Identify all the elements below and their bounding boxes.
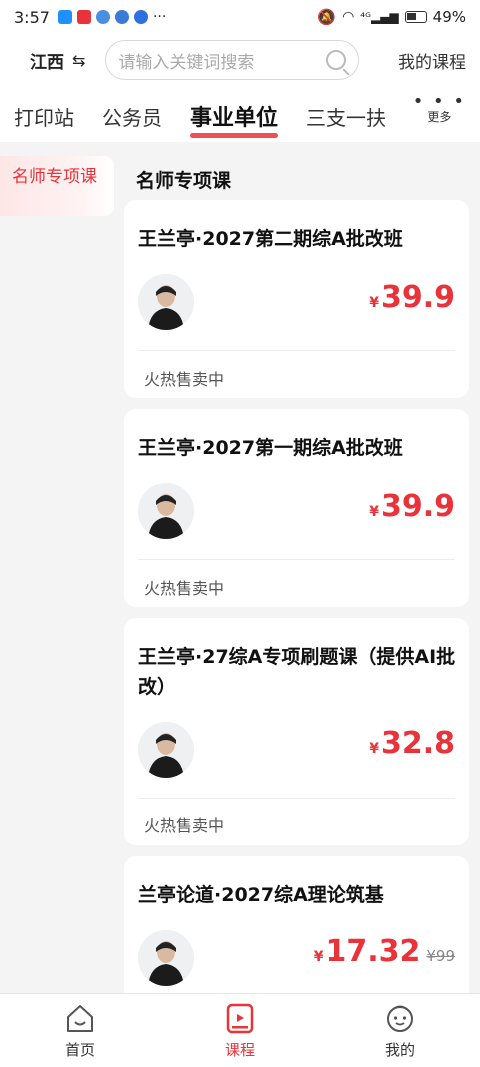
original-price: ¥99 [426, 947, 455, 965]
sale-status: 火热售卖中 [144, 816, 225, 835]
wifi-icon: ◠ [342, 9, 355, 25]
sidebar-item-famous-teacher[interactable]: 名师专项课 [0, 156, 114, 216]
nav-profile[interactable]: 我的 [320, 994, 480, 1067]
divider [138, 350, 455, 351]
region-label: 江西 [30, 52, 64, 73]
message-icon [95, 10, 110, 24]
mute-icon: 🔕 [317, 8, 337, 26]
tab-public-institution[interactable]: 事业单位 [190, 100, 279, 138]
currency-symbol: ¥ [313, 949, 324, 965]
divider [138, 559, 455, 560]
more-tabs-button[interactable]: • • • 更多 [412, 91, 466, 125]
price-amount: 39.9 [380, 280, 455, 315]
search-icon[interactable] [326, 50, 347, 70]
header: 江西 ⇆ 请输入关键词搜索 我的课程 [0, 38, 480, 82]
nav-courses-label: 课程 [224, 1041, 255, 1059]
search-input[interactable]: 请输入关键词搜索 [105, 40, 360, 80]
currency-symbol: ¥ [369, 741, 379, 757]
course-price: ¥ 39.9 [369, 489, 455, 524]
currency-symbol: ¥ [369, 504, 379, 520]
course-card[interactable]: 王兰亭·2027第一期综A批改班 ¥ 39.9 火热售卖中 [124, 409, 469, 607]
teacher-avatar [138, 930, 194, 986]
my-courses-link[interactable]: 我的课程 [398, 48, 466, 73]
course-title: 王兰亭·27综A专项刷题课（提供AI批改） [138, 646, 456, 698]
course-price: ¥ 17.32 ¥99 [314, 934, 455, 969]
course-price: ¥ 32.8 [369, 726, 455, 761]
app-notification-icon [57, 10, 72, 24]
profile-icon [387, 1005, 413, 1032]
music-icon [133, 10, 148, 24]
tab-three-supports[interactable]: 三支一扶 [306, 102, 386, 131]
swap-icon: ⇆ [72, 50, 86, 70]
battery-icon [404, 11, 427, 23]
nav-home-label: 首页 [64, 1041, 95, 1059]
search-placeholder: 请输入关键词搜索 [118, 52, 255, 73]
course-card[interactable]: 王兰亭·2027第二期综A批改班 ¥ 39.9 火热售卖中 [124, 200, 469, 398]
currency-symbol: ¥ [369, 295, 379, 311]
sale-status: 火热售卖中 [144, 579, 225, 598]
status-bar: 3:57 ··· 🔕 ◠ ⁴ᴳ▂▄▆ 49% [0, 0, 480, 34]
region-selector[interactable]: 江西 ⇆ [30, 48, 85, 73]
price-amount: 17.32 [325, 934, 421, 969]
course-price: ¥ 39.9 [369, 280, 455, 315]
sale-status: 火热售卖中 [144, 370, 225, 389]
nav-courses[interactable]: 课程 [160, 994, 320, 1067]
app-notification-icon [76, 10, 91, 24]
home-icon [67, 1005, 93, 1032]
section-title: 名师专项课 [136, 170, 232, 192]
more-dots-icon: • • • [412, 91, 466, 112]
battery-level: 49% [432, 8, 466, 26]
tab-civil-servant[interactable]: 公务员 [102, 102, 162, 131]
more-notifications-icon: ··· [152, 9, 167, 25]
course-card[interactable]: 兰亭论道·2027综A理论筑基 ¥ 17.32 ¥99 [124, 856, 469, 993]
nav-profile-label: 我的 [384, 1041, 415, 1059]
more-label: 更多 [427, 110, 452, 124]
price-amount: 32.8 [380, 726, 455, 761]
divider [138, 798, 455, 799]
course-title: 王兰亭·2027第一期综A批改班 [138, 437, 403, 459]
signal-icon: ⁴ᴳ▂▄▆ [360, 10, 399, 24]
bottom-nav: 首页 课程 我的 [0, 993, 480, 1067]
price-amount: 39.9 [380, 489, 455, 524]
content-area: 名师专项课 名师专项课 王兰亭·2027第二期综A批改班 ¥ 39.9 火热售卖… [0, 142, 480, 993]
category-tabs: 打印站 公务员 事业单位 三支一扶 • • • 更多 [0, 90, 480, 142]
tab-print-station[interactable]: 打印站 [14, 102, 74, 131]
course-icon [226, 1003, 254, 1034]
course-card[interactable]: 王兰亭·27综A专项刷题课（提供AI批改） ¥ 32.8 火热售卖中 [124, 618, 469, 845]
course-title: 兰亭论道·2027综A理论筑基 [138, 884, 384, 906]
teacher-avatar [138, 483, 194, 539]
nav-home[interactable]: 首页 [0, 994, 160, 1067]
sidebar: 名师专项课 [0, 142, 114, 993]
teacher-avatar [138, 274, 194, 330]
course-title: 王兰亭·2027第二期综A批改班 [138, 228, 403, 250]
app-notification-icon [114, 10, 129, 24]
clock: 3:57 [14, 7, 50, 27]
teacher-avatar [138, 722, 194, 778]
